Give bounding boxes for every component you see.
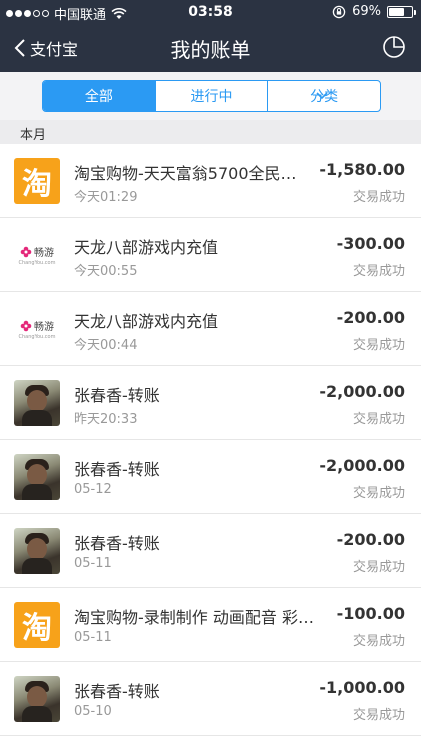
transaction-row[interactable]: 淘 淘宝购物-天天富翁5700全民… 今天01:29 -1,580.00 交易成功 xyxy=(0,144,421,218)
page-title: 我的账单 xyxy=(170,38,251,62)
month-section-header: 本月 xyxy=(0,120,421,144)
segmented-control: 全部 进行中 分类 xyxy=(42,80,381,112)
battery-icon xyxy=(387,5,416,18)
transaction-time: 05-10 xyxy=(74,704,112,719)
transaction-name: 天龙八部游戏内充值 xyxy=(74,312,219,331)
avatar xyxy=(14,380,60,426)
nav-bar: 支付宝 我的账单 xyxy=(0,24,421,72)
transaction-list: 淘淘宝购物-天天富翁5700全民… 今天01:29 -1,580.00 交易成功 畅游 C… xyxy=(0,144,421,736)
transaction-amount: -200.00 xyxy=(336,308,405,327)
transaction-time: 05-11 xyxy=(74,556,112,571)
tab-in-progress[interactable]: 进行中 xyxy=(156,81,269,111)
changyou-logo-icon: 畅游 ChangYou.com xyxy=(14,232,60,278)
taobao-logo-icon: 淘 xyxy=(14,158,60,204)
transaction-name: 张春香-转账 xyxy=(74,534,160,553)
chevron-down-icon xyxy=(316,92,328,100)
pie-chart-icon[interactable] xyxy=(381,34,407,60)
filter-bar: 全部 进行中 分类 xyxy=(0,72,421,120)
transaction-amount: -1,000.00 xyxy=(319,678,405,697)
transaction-time: 昨天20:33 xyxy=(74,412,138,427)
taobao-logo-char: 淘 xyxy=(22,167,52,202)
transaction-time: 05-11 xyxy=(74,630,112,645)
transaction-row[interactable]: 张春香-转账昨天20:33 -2,000.00 交易成功 xyxy=(0,366,421,440)
transaction-amount: -300.00 xyxy=(336,234,405,253)
transaction-status: 交易成功 xyxy=(352,338,405,353)
changyou-logo-text: 畅游 xyxy=(20,318,54,333)
transaction-time: 05-12 xyxy=(74,482,112,497)
rotation-lock-icon xyxy=(332,5,346,18)
transaction-row[interactable]: 畅游 ChangYou.com 天龙八部游戏内充值今天00:55 -300.00 交易成… xyxy=(0,218,421,292)
transaction-row[interactable]: 张春香-转账 05-12 -2,000.00 交易成功 xyxy=(0,440,421,514)
transaction-time: 今天00:44 xyxy=(74,338,138,353)
transaction-status: 交易成功 xyxy=(352,708,405,723)
battery-percent: 69% xyxy=(352,4,381,19)
transaction-status: 交易成功 xyxy=(352,560,405,575)
top-bar: 中国联通 03:58 69% 支付宝 我的账单 xyxy=(0,0,421,72)
status-right: 69% xyxy=(332,4,416,19)
avatar xyxy=(14,528,60,574)
changyou-url: ChangYou.com xyxy=(18,334,56,340)
transaction-amount: -100.00 xyxy=(336,604,405,623)
changyou-name: 畅游 xyxy=(34,248,54,259)
transaction-row[interactable]: 张春香-转账 05-10 -1,000.00 交易成功 xyxy=(0,662,421,736)
transaction-name: 淘宝购物-天天富翁5700全民… xyxy=(74,164,297,183)
changyou-logo-text: 畅游 xyxy=(20,244,54,259)
tab-category[interactable]: 分类 xyxy=(268,81,380,111)
transaction-name: 张春香-转账 xyxy=(74,386,160,405)
flower-icon xyxy=(20,320,32,331)
status-bar: 中国联通 03:58 69% xyxy=(0,0,421,24)
transaction-amount: -2,000.00 xyxy=(319,382,405,401)
transaction-name: 张春香-转账 xyxy=(74,460,160,479)
transaction-row[interactable]: 淘 淘宝购物-录制制作 动画配音 彩… 05-11 -100.00 交易成功 xyxy=(0,588,421,662)
transaction-amount: -2,000.00 xyxy=(319,456,405,475)
changyou-logo-icon: 畅游 ChangYou.com xyxy=(14,306,60,352)
transaction-status: 交易成功 xyxy=(352,264,405,279)
avatar xyxy=(14,676,60,722)
tab-label: 全部 xyxy=(84,89,113,105)
taobao-logo-icon: 淘 xyxy=(14,602,60,648)
transaction-name: 天龙八部游戏内充值 xyxy=(74,238,219,257)
transaction-time: 今天00:55 xyxy=(74,264,138,279)
transaction-status: 交易成功 xyxy=(352,412,405,427)
tab-all[interactable]: 全部 xyxy=(43,81,156,111)
transaction-status: 交易成功 xyxy=(352,634,405,649)
avatar xyxy=(14,454,60,500)
transaction-amount: -200.00 xyxy=(336,530,405,549)
changyou-name: 畅游 xyxy=(34,322,54,333)
transaction-row[interactable]: 张春香-转账 05-11 -200.00 交易成功 xyxy=(0,514,421,588)
transaction-name: 张春香-转账 xyxy=(74,682,160,701)
changyou-url: ChangYou.com xyxy=(18,260,56,266)
transaction-amount: -1,580.00 xyxy=(319,160,405,179)
flower-icon xyxy=(20,246,32,257)
tab-label: 进行中 xyxy=(190,89,233,105)
transaction-time: 今天01:29 xyxy=(74,190,138,205)
taobao-logo-char: 淘 xyxy=(22,611,52,646)
transaction-name: 淘宝购物-录制制作 动画配音 彩… xyxy=(74,608,314,627)
transaction-row[interactable]: 畅游 ChangYou.com 天龙八部游戏内充值今天00:44 -200.00 交易成… xyxy=(0,292,421,366)
transaction-status: 交易成功 xyxy=(352,486,405,501)
transaction-status: 交易成功 xyxy=(352,190,405,205)
